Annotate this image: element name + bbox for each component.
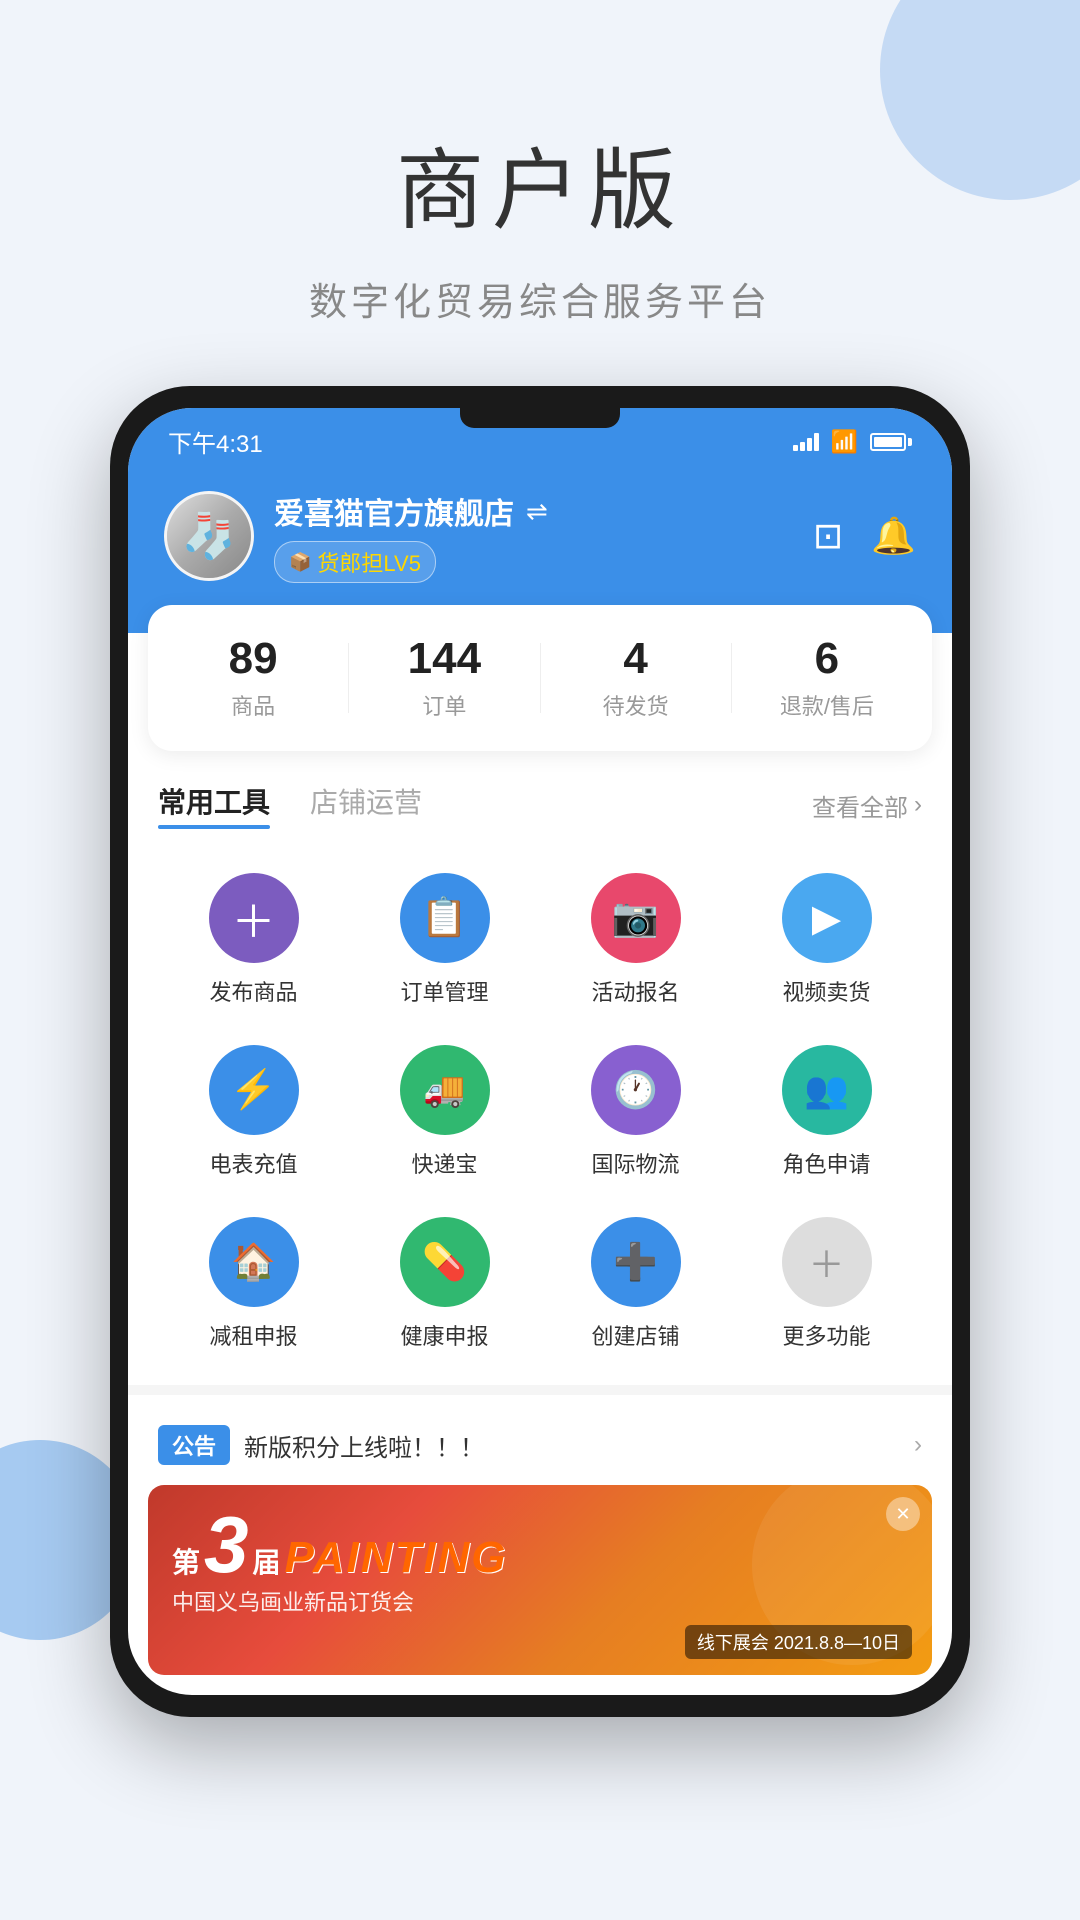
tool-icon-electric: ⚡ <box>209 1045 299 1135</box>
tool-icon-create-store: ➕ <box>591 1217 681 1307</box>
badge-icon: 📦 <box>289 552 311 573</box>
stat-number-orders: 144 <box>349 635 539 683</box>
store-name: 爱喜猫官方旗舰店 <box>274 489 514 533</box>
view-all-label: 查看全部 <box>812 788 908 823</box>
page-header: 商户版 数字化贸易综合服务平台 <box>0 0 1080 386</box>
stat-number-refund: 6 <box>732 635 922 683</box>
tools-section: 常用工具 店铺运营 查看全部 › ＋ 发布商品 <box>128 751 952 1365</box>
tool-icon-health: 💊 <box>400 1217 490 1307</box>
header-right-icons: ⊡ 🔔 <box>813 515 916 557</box>
stat-label-refund: 退款/售后 <box>732 689 922 721</box>
phone-screen: 下午4:31 📶 <box>128 408 952 1695</box>
stats-card: 89 商品 144 订单 4 待发货 6 退款/售后 <box>148 605 932 751</box>
tool-item-video[interactable]: ▶ 视频卖货 <box>731 859 922 1021</box>
tool-label-health: 健康申报 <box>400 1319 488 1351</box>
tool-item-role[interactable]: 👥 角色申请 <box>731 1031 922 1193</box>
banner-content: 第 3 届 PAINTING 中国义乌画业新品订货会 <box>148 1485 932 1637</box>
announcement-text: 新版积分上线啦！！！ <box>244 1428 900 1463</box>
announcement-bar[interactable]: 公告 新版积分上线啦！！！ › <box>128 1405 952 1485</box>
banner-prefix: 第 <box>172 1541 200 1581</box>
banner-sub-text: 中国义乌画业新品订货会 <box>172 1585 908 1617</box>
stat-label-pending: 待发货 <box>541 689 731 721</box>
user-row: 爱喜猫官方旗舰店 ⇌ 📦 货郎担LV5 ⊡ 🔔 <box>164 489 916 583</box>
avatar-image <box>167 494 251 578</box>
tool-label-logistics: 国际物流 <box>591 1147 679 1179</box>
chevron-right-icon: › <box>914 791 922 819</box>
stat-label-goods: 商品 <box>158 689 348 721</box>
tool-label-express: 快递宝 <box>411 1147 477 1179</box>
scan-icon[interactable]: ⊡ <box>813 515 843 557</box>
tool-grid: ＋ 发布商品 📋 订单管理 📷 活动报名 <box>158 859 922 1365</box>
tool-label-role: 角色申请 <box>782 1147 870 1179</box>
tab-store-operations[interactable]: 店铺运营 <box>310 781 422 829</box>
tool-label-video: 视频卖货 <box>782 975 870 1007</box>
tool-item-orders[interactable]: 📋 订单管理 <box>349 859 540 1021</box>
banner-number: 3 <box>204 1505 249 1585</box>
tool-icon-rent: 🏠 <box>209 1217 299 1307</box>
phone-notch <box>460 408 620 428</box>
store-name-row: 爱喜猫官方旗舰店 ⇌ <box>274 489 548 533</box>
tool-label-rent: 减租申报 <box>209 1319 297 1351</box>
tool-item-health[interactable]: 💊 健康申报 <box>349 1203 540 1365</box>
tool-label-orders: 订单管理 <box>400 975 488 1007</box>
tool-icon-more: ＋ <box>782 1217 872 1307</box>
tool-item-rent[interactable]: 🏠 减租申报 <box>158 1203 349 1365</box>
tool-item-more[interactable]: ＋ 更多功能 <box>731 1203 922 1365</box>
stat-item-pending[interactable]: 4 待发货 <box>541 635 731 721</box>
level-badge: 📦 货郎担LV5 <box>274 541 436 583</box>
banner[interactable]: 第 3 届 PAINTING 中国义乌画业新品订货会 线下展会 2021.8.8… <box>148 1485 932 1675</box>
stat-label-orders: 订单 <box>349 689 539 721</box>
page-subtitle: 数字化贸易综合服务平台 <box>0 271 1080 326</box>
announcement-tag: 公告 <box>158 1425 230 1465</box>
tool-item-logistics[interactable]: 🕐 国际物流 <box>540 1031 731 1193</box>
tool-icon-publish: ＋ <box>209 873 299 963</box>
announcement-arrow-icon: › <box>914 1431 922 1459</box>
status-icons: 📶 <box>793 429 912 455</box>
view-all-button[interactable]: 查看全部 › <box>812 788 922 823</box>
tool-icon-logistics: 🕐 <box>591 1045 681 1135</box>
stat-number-goods: 89 <box>158 635 348 683</box>
tool-icon-activity: 📷 <box>591 873 681 963</box>
user-left: 爱喜猫官方旗舰店 ⇌ 📦 货郎担LV5 <box>164 489 548 583</box>
tool-icon-orders: 📋 <box>400 873 490 963</box>
tool-label-electric: 电表充值 <box>209 1147 297 1179</box>
page-title: 商户版 <box>0 120 1080 247</box>
tool-icon-express: 🚚 <box>400 1045 490 1135</box>
tool-label-more: 更多功能 <box>782 1319 870 1351</box>
banner-title-row: 第 3 届 PAINTING <box>172 1505 908 1585</box>
tool-label-activity: 活动报名 <box>591 975 679 1007</box>
signal-icon <box>793 433 819 451</box>
switch-store-icon[interactable]: ⇌ <box>526 496 548 527</box>
tool-item-electric[interactable]: ⚡ 电表充值 <box>158 1031 349 1193</box>
banner-painting-text: PAINTING <box>285 1533 508 1583</box>
stat-item-refund[interactable]: 6 退款/售后 <box>732 635 922 721</box>
battery-icon <box>870 433 912 451</box>
store-info: 爱喜猫官方旗舰店 ⇌ 📦 货郎担LV5 <box>274 489 548 583</box>
phone-wrapper: 下午4:31 📶 <box>0 386 1080 1717</box>
banner-suffix: 届 <box>253 1541 281 1581</box>
tool-icon-video: ▶ <box>782 873 872 963</box>
status-time: 下午4:31 <box>168 424 263 459</box>
phone-frame: 下午4:31 📶 <box>110 386 970 1717</box>
tools-tabs: 常用工具 店铺运营 查看全部 › <box>158 781 922 829</box>
wifi-icon: 📶 <box>831 429 858 455</box>
tool-item-publish[interactable]: ＋ 发布商品 <box>158 859 349 1021</box>
tool-label-publish: 发布商品 <box>209 975 297 1007</box>
stat-item-goods[interactable]: 89 商品 <box>158 635 348 721</box>
tool-item-express[interactable]: 🚚 快递宝 <box>349 1031 540 1193</box>
section-divider <box>128 1385 952 1395</box>
tool-label-create-store: 创建店铺 <box>591 1319 679 1351</box>
badge-label: 货郎担LV5 <box>317 546 421 578</box>
bell-icon[interactable]: 🔔 <box>871 515 916 557</box>
tool-item-activity[interactable]: 📷 活动报名 <box>540 859 731 1021</box>
tool-icon-role: 👥 <box>782 1045 872 1135</box>
avatar[interactable] <box>164 491 254 581</box>
tab-common-tools[interactable]: 常用工具 <box>158 781 270 829</box>
stat-item-orders[interactable]: 144 订单 <box>349 635 539 721</box>
stat-number-pending: 4 <box>541 635 731 683</box>
tool-item-create-store[interactable]: ➕ 创建店铺 <box>540 1203 731 1365</box>
